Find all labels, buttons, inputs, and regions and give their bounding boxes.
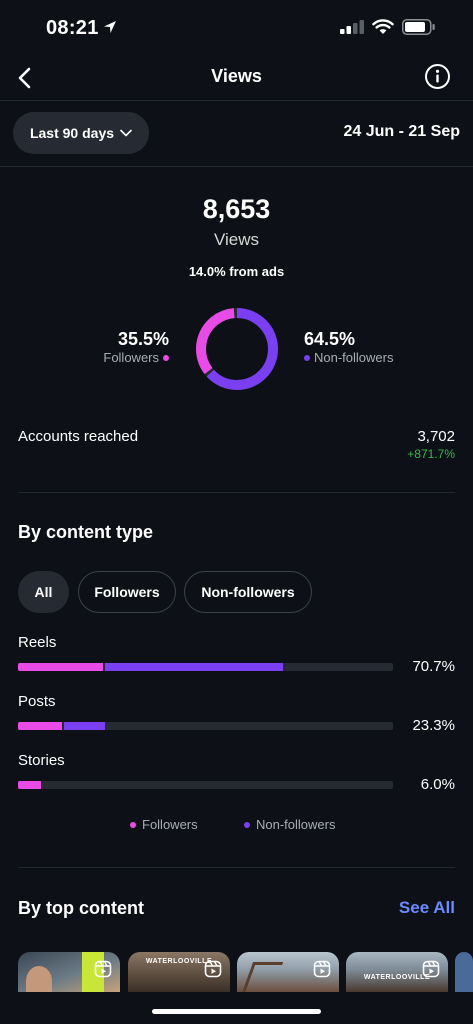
status-time: 08:21	[46, 17, 99, 39]
nonfollowers-dot-icon	[304, 354, 310, 361]
reels-icon	[422, 960, 440, 978]
info-icon[interactable]	[424, 63, 451, 90]
top-content-thumbnail[interactable]	[237, 952, 339, 992]
followers-legend: Followers	[103, 350, 169, 365]
chip-followers[interactable]: Followers	[78, 571, 176, 613]
views-label: Views	[213, 230, 260, 249]
header-divider	[0, 100, 473, 101]
bar-segment-nonfollowers	[104, 663, 284, 671]
chevron-down-icon	[120, 129, 132, 137]
navigation-bar: Views	[0, 56, 473, 100]
followers-percentage: 35.5%	[117, 329, 169, 349]
top-content-thumbnail[interactable]	[455, 952, 473, 992]
wifi-icon	[372, 19, 394, 34]
chip-nonfollowers-label: Non-followers	[201, 584, 295, 600]
date-range-text: 24 Jun - 21 Sep	[343, 123, 461, 140]
ads-note: 14.0% from ads	[188, 264, 285, 279]
see-all-link[interactable]: See All	[399, 898, 455, 918]
cellular-signal-icon	[340, 20, 364, 34]
reels-icon	[313, 960, 331, 978]
content-type-percentage: 23.3%	[412, 717, 455, 734]
nonfollowers-dot-icon	[244, 821, 250, 828]
bar-legend-nonfollowers-label: Non-followers	[256, 817, 336, 832]
top-content-thumbnail[interactable]: WATERLOOVILLE	[128, 952, 230, 992]
chip-all[interactable]: All	[18, 571, 69, 613]
accounts-reached-value: 3,702	[417, 428, 455, 445]
chip-nonfollowers[interactable]: Non-followers	[184, 571, 312, 613]
top-content-thumbnail[interactable]: WATERLOOVILLE	[346, 952, 448, 992]
content-type-title: By content type	[18, 522, 154, 542]
followers-dot-icon	[130, 821, 136, 828]
reels-icon	[204, 960, 222, 978]
content-type-label: Reels	[18, 634, 57, 651]
chip-all-label: All	[34, 584, 53, 600]
location-arrow-icon	[104, 21, 116, 33]
filter-divider	[0, 166, 473, 167]
content-type-bar	[18, 722, 393, 730]
bar-segment-nonfollowers	[63, 722, 106, 730]
nonfollowers-legend-label: Non-followers	[314, 350, 394, 365]
top-content-title: By top content	[18, 898, 144, 918]
nonfollowers-legend: Non-followers	[304, 350, 393, 365]
battery-icon	[402, 19, 435, 35]
status-bar: 08:21	[0, 0, 473, 56]
content-type-divider	[18, 867, 455, 868]
content-type-bar	[18, 663, 393, 671]
date-range-dropdown[interactable]: Last 90 days	[13, 112, 149, 154]
chip-followers-label: Followers	[94, 584, 160, 600]
accounts-reached-label: Accounts reached	[18, 428, 139, 445]
bar-legend-followers-label: Followers	[142, 817, 198, 832]
content-type-percentage: 70.7%	[412, 658, 455, 675]
content-type-label: Stories	[18, 752, 65, 769]
followers-dot-icon	[163, 354, 169, 361]
accounts-reached-change: +871.7%	[407, 447, 455, 461]
content-type-label: Posts	[18, 693, 56, 710]
nonfollowers-percentage: 64.5%	[304, 329, 356, 349]
bar-segment-followers	[18, 722, 62, 730]
reach-divider	[18, 492, 455, 493]
home-indicator	[152, 1009, 321, 1014]
person-thumbnail-graphic	[26, 966, 52, 992]
content-type-bar	[18, 781, 393, 789]
audience-donut-chart	[196, 308, 278, 390]
content-type-percentage: 6.0%	[420, 776, 455, 793]
reels-icon	[94, 960, 112, 978]
date-range-dropdown-label: Last 90 days	[29, 125, 115, 141]
bar-legend-nonfollowers: Non-followers	[244, 817, 335, 832]
bar-legend-followers: Followers	[130, 817, 198, 832]
top-content-thumbnail[interactable]	[18, 952, 120, 992]
roof-frame-graphic	[240, 962, 284, 992]
bar-segment-followers	[18, 663, 103, 671]
bar-segment-followers	[18, 781, 41, 789]
page-title: Views	[211, 66, 262, 86]
views-total: 8,653	[202, 194, 271, 224]
followers-legend-label: Followers	[103, 350, 159, 365]
